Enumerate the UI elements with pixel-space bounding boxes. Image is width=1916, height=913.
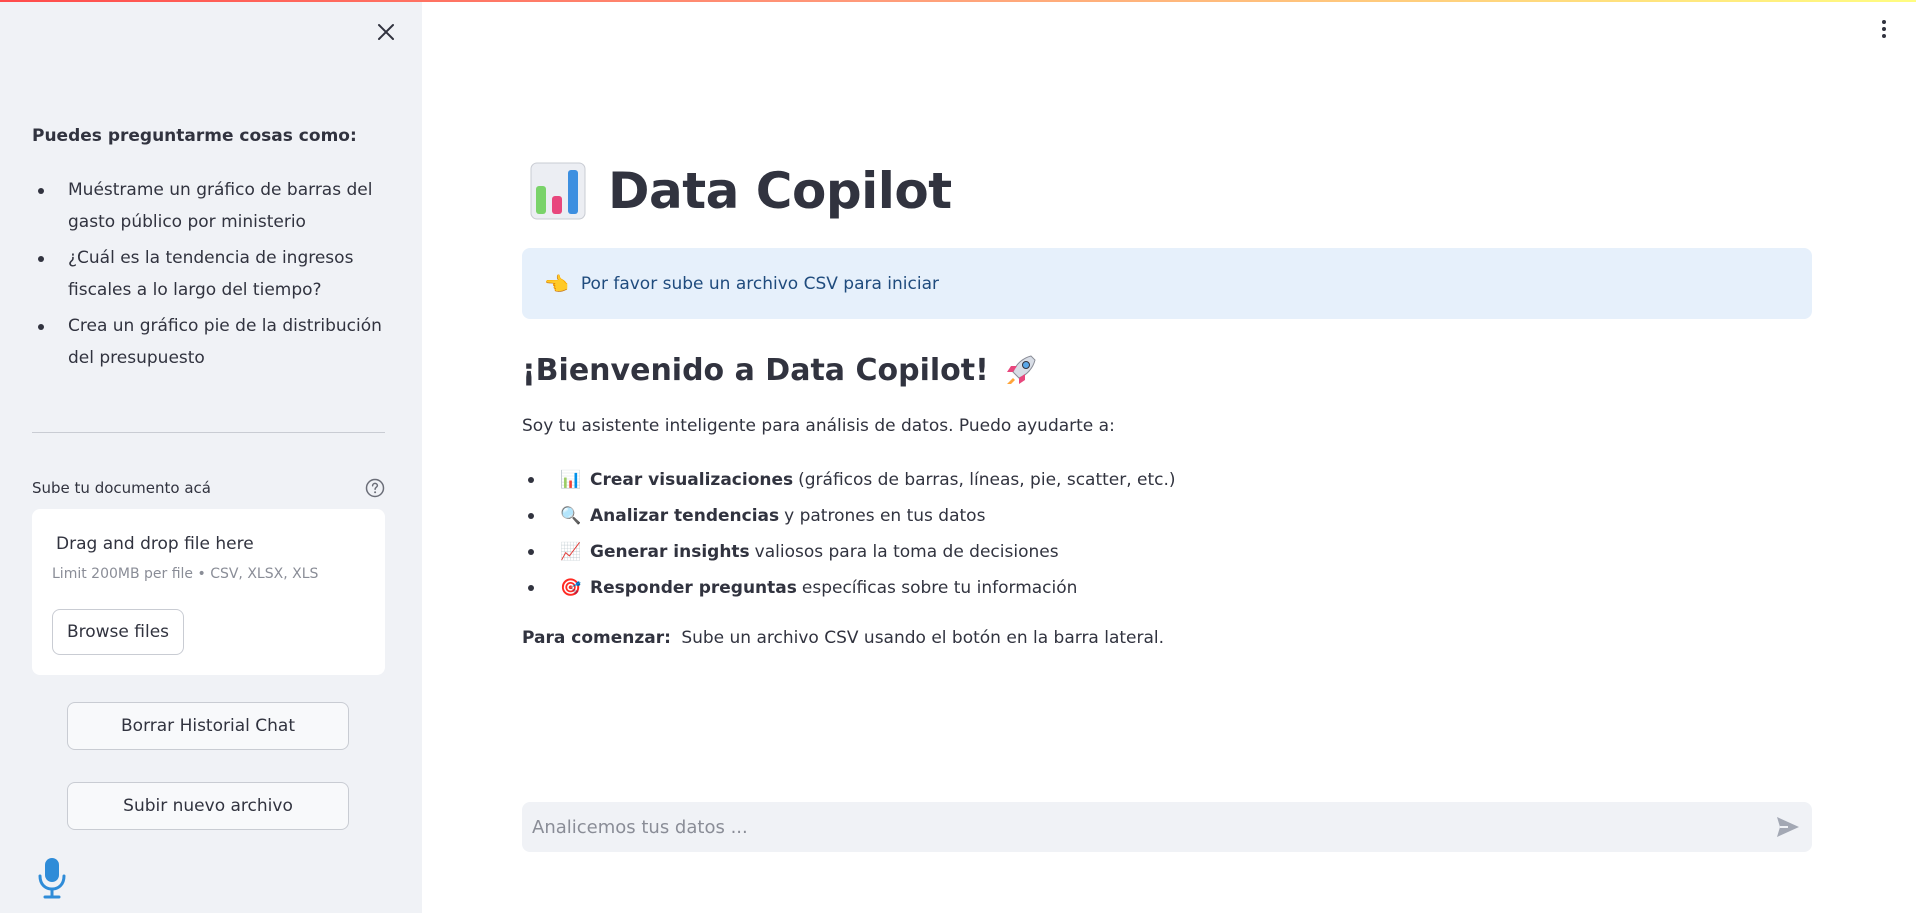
feature-item: 📊 Crear visualizaciones (gráficos de bar… bbox=[522, 462, 1176, 498]
title-row: Data Copilot bbox=[530, 162, 952, 220]
welcome-heading: ¡Bienvenido a Data Copilot! bbox=[522, 352, 989, 388]
get-started-label: Para comenzar: bbox=[522, 628, 671, 648]
welcome-row: ¡Bienvenido a Data Copilot! bbox=[522, 350, 1041, 390]
feature-item: 📈 Generar insights valiosos para la toma… bbox=[522, 534, 1176, 570]
info-alert-text: Por favor sube un archivo CSV para inici… bbox=[580, 273, 939, 294]
feature-title: Analizar tendencias bbox=[590, 506, 780, 526]
magnifier-emoji-icon: 🔍 bbox=[560, 506, 582, 526]
top-decoration-strip bbox=[0, 0, 1916, 2]
get-started-text: Sube un archivo CSV usando el botón en l… bbox=[681, 628, 1165, 648]
target-emoji-icon: 🎯 bbox=[560, 578, 582, 598]
example-question: Crea un gráfico pie de la distribución d… bbox=[32, 310, 382, 374]
example-question: Muéstrame un gráfico de barras del gasto… bbox=[32, 174, 382, 238]
mic-icon[interactable] bbox=[36, 856, 68, 900]
rocket-icon bbox=[1006, 355, 1036, 384]
upload-label: Sube tu documento acá bbox=[32, 479, 211, 497]
sidebar: Puedes preguntarme cosas como: Muéstrame… bbox=[0, 0, 422, 913]
trend-chart-emoji-icon: 📈 bbox=[560, 542, 582, 562]
chat-input-container bbox=[522, 802, 1812, 852]
upload-new-file-button[interactable]: Subir nuevo archivo bbox=[67, 782, 349, 830]
info-alert: 👈 Por favor sube un archivo CSV para ini… bbox=[522, 248, 1812, 319]
feature-title: Responder preguntas bbox=[590, 578, 797, 598]
feature-item: 🎯 Responder preguntas específicas sobre … bbox=[522, 570, 1176, 606]
send-icon[interactable] bbox=[1774, 814, 1802, 840]
help-icon[interactable] bbox=[364, 477, 386, 499]
feature-title: Generar insights bbox=[590, 542, 750, 562]
kebab-menu-icon bbox=[1882, 20, 1886, 38]
close-sidebar-button[interactable] bbox=[372, 18, 400, 46]
sidebar-divider bbox=[32, 432, 385, 433]
pointing-hand-icon: 👈 bbox=[544, 271, 569, 296]
example-questions-list: Muéstrame un gráfico de barras del gasto… bbox=[32, 174, 382, 378]
feature-title: Crear visualizaciones bbox=[590, 470, 794, 490]
features-list: 📊 Crear visualizaciones (gráficos de bar… bbox=[522, 462, 1176, 606]
feature-desc: (gráficos de barras, líneas, pie, scatte… bbox=[798, 470, 1176, 490]
bar-chart-emoji-icon: 📊 bbox=[560, 470, 582, 490]
sidebar-heading: Puedes preguntarme cosas como: bbox=[32, 126, 357, 146]
feature-desc: específicas sobre tu información bbox=[801, 578, 1078, 598]
bar-chart-icon bbox=[530, 162, 586, 220]
chat-input[interactable] bbox=[532, 802, 1732, 852]
dropzone-limit: Limit 200MB per file • CSV, XLSX, XLS bbox=[52, 566, 319, 582]
close-icon bbox=[378, 24, 394, 40]
get-started-line: Para comenzar: Sube un archivo CSV usand… bbox=[522, 628, 1164, 648]
dropzone-title: Drag and drop file here bbox=[56, 534, 254, 554]
clear-chat-history-button[interactable]: Borrar Historial Chat bbox=[67, 702, 349, 750]
example-question: ¿Cuál es la tendencia de ingresos fiscal… bbox=[32, 242, 382, 306]
main-menu-button[interactable] bbox=[1872, 16, 1896, 42]
page-title: Data Copilot bbox=[608, 162, 952, 220]
feature-desc: valiosos para la toma de decisiones bbox=[754, 542, 1059, 562]
feature-item: 🔍 Analizar tendencias y patrones en tus … bbox=[522, 498, 1176, 534]
intro-text: Soy tu asistente inteligente para anális… bbox=[522, 416, 1115, 436]
browse-files-button[interactable]: Browse files bbox=[52, 609, 184, 655]
feature-desc: y patrones en tus datos bbox=[784, 506, 986, 526]
